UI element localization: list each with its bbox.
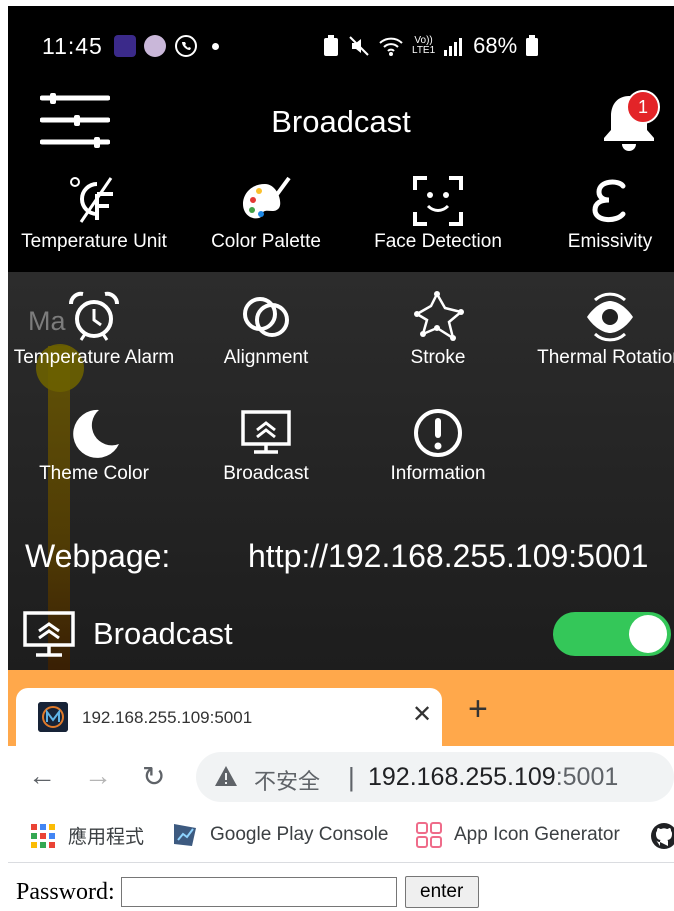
password-input[interactable] — [120, 877, 397, 907]
menu-item-temperature-alarm[interactable]: Temperature Alarm — [8, 290, 180, 370]
face-detection-icon — [413, 176, 463, 226]
bookmark-apps[interactable]: 應用程式 — [30, 822, 144, 849]
menu-item-label: Thermal Rotation — [537, 347, 674, 368]
epsilon-icon — [592, 179, 626, 222]
alarm-clock-icon — [69, 291, 119, 341]
webpage-label: Webpage: — [25, 538, 171, 574]
menu-item-label: Color Palette — [211, 231, 321, 252]
address-separator: | — [348, 762, 355, 792]
menu-item-face-detection[interactable]: Face Detection — [352, 174, 524, 254]
bookmarks-bar: 應用程式 Google Play Console App Icon Genera… — [8, 810, 674, 863]
browser-tab[interactable]: 192.168.255.109:5001 ✕ — [16, 688, 442, 746]
password-label: Password: — [16, 878, 115, 905]
menu-item-emissivity[interactable]: Emissivity — [524, 174, 674, 254]
address-bar[interactable]: 不安全 | 192.168.255.109:5001 — [196, 752, 674, 802]
stroke-network-icon — [414, 291, 464, 341]
browser-toolbar: ← → ↻ 不安全 | 192.168.255.109:5001 — [8, 746, 674, 810]
menu-item-label: Information — [390, 463, 486, 484]
url-port: :5001 — [555, 763, 619, 791]
menu-item-theme-color[interactable]: Theme Color — [8, 406, 180, 486]
menu-item-label: Theme Color — [39, 463, 149, 484]
menu-item-label: Temperature Unit — [21, 231, 167, 252]
menu-item-information[interactable]: Information — [352, 406, 524, 486]
webpage-url[interactable]: http://192.168.255.109:5001 — [248, 538, 648, 575]
apps-grid-icon — [31, 823, 55, 848]
menu-item-label: Temperature Alarm — [13, 347, 175, 368]
menu-item-stroke[interactable]: Stroke — [352, 290, 524, 370]
bookmark-google-play-console[interactable]: Google Play Console — [172, 822, 389, 848]
rotate-eye-icon — [587, 292, 633, 342]
palette-icon — [243, 176, 291, 219]
reload-icon[interactable]: ↻ — [142, 760, 165, 793]
app-icon-generator-icon — [416, 822, 442, 848]
menu-item-label: Broadcast — [223, 463, 309, 484]
bookmark-label: Google Play Console — [210, 824, 389, 845]
menu-item-label: Face Detection — [374, 231, 502, 252]
menu-item-label: Stroke — [410, 347, 466, 368]
moon-icon — [73, 409, 119, 458]
warning-triangle-icon[interactable] — [214, 764, 238, 788]
menu-item-temperature-unit[interactable]: Temperature Unit — [8, 174, 180, 254]
not-secure-label[interactable]: 不安全 — [254, 764, 320, 796]
phone-screenshot: Ma 11:45 Vo)) LTE1 68% Broadcast 1 Tempe… — [8, 6, 674, 670]
alignment-circles-icon — [243, 297, 289, 337]
address-url[interactable]: 192.168.255.109:5001 — [368, 763, 618, 792]
toggle-knob — [629, 615, 667, 653]
bookmark-app-icon-generator[interactable]: App Icon Generator — [416, 822, 620, 848]
menu-item-label: Alignment — [223, 347, 309, 368]
broadcast-screen-icon — [23, 611, 75, 657]
back-arrow-icon[interactable]: ← — [28, 760, 56, 792]
browser-tab-strip: 192.168.255.109:5001 ✕ + — [8, 670, 674, 746]
github-icon[interactable] — [650, 822, 674, 850]
menu-item-color-palette[interactable]: Color Palette — [180, 174, 352, 254]
menu-item-alignment[interactable]: Alignment — [180, 290, 352, 370]
broadcast-toggle[interactable] — [553, 612, 671, 656]
info-icon — [414, 409, 462, 457]
menu-item-thermal-rotation[interactable]: Thermal Rotation — [524, 290, 674, 370]
tab-close-icon[interactable]: ✕ — [412, 700, 432, 729]
forward-arrow-icon[interactable]: → — [84, 760, 112, 792]
url-host: 192.168.255.109 — [368, 763, 556, 791]
broadcast-screen-icon — [241, 410, 291, 454]
password-form: Password: enter — [16, 876, 479, 908]
broadcast-toggle-label: Broadcast — [93, 616, 233, 651]
play-console-icon — [174, 824, 196, 846]
new-tab-icon[interactable]: + — [468, 692, 488, 726]
enter-button[interactable]: enter — [404, 876, 479, 908]
menu-item-broadcast[interactable]: Broadcast — [180, 406, 352, 486]
temperature-unit-icon — [70, 177, 113, 223]
site-favicon-icon — [38, 702, 68, 732]
bookmark-label: App Icon Generator — [454, 824, 620, 845]
menu-item-label: Emissivity — [567, 231, 653, 252]
tab-title: 192.168.255.109:5001 — [82, 708, 253, 727]
bookmark-label: 應用程式 — [68, 827, 145, 848]
